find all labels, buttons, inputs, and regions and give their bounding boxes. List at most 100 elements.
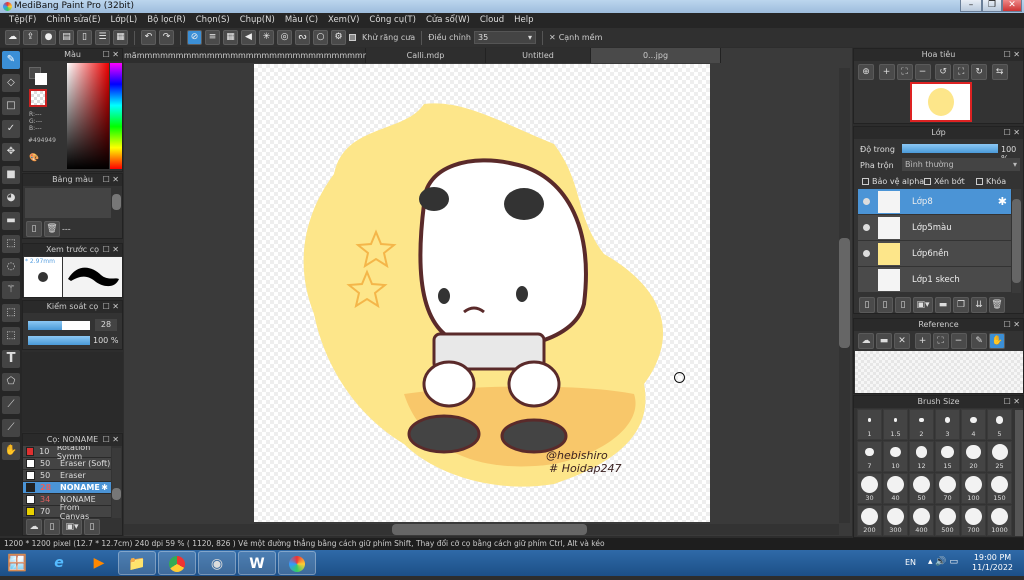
menu-item[interactable]: Màu (C) <box>280 13 323 28</box>
magic-wand-tool-icon[interactable]: ⚚ <box>2 281 20 299</box>
maximize-button[interactable]: ❐ <box>982 0 1002 12</box>
reset-rotation-icon[interactable]: ⛶ <box>953 64 970 80</box>
brush-size-option[interactable]: 25 <box>987 441 1012 472</box>
zoom-in-icon[interactable]: + <box>914 333 931 349</box>
adjust-select[interactable]: 35 ▾ <box>473 31 536 44</box>
brush-size-option[interactable]: 1000 <box>987 505 1012 536</box>
check-tool-icon[interactable]: ✓ <box>2 120 20 138</box>
add-layer-menu-icon[interactable]: ▣▾ <box>913 297 933 313</box>
add-brush-icon[interactable]: ▣▾ <box>62 519 82 535</box>
brush-size-value[interactable]: 28 <box>95 319 117 331</box>
grid-icon[interactable]: ▦ <box>113 30 128 45</box>
menu-item[interactable]: Chỉnh sửa(E) <box>41 13 105 28</box>
delete-layer-icon[interactable]: 🗑 <box>989 297 1005 313</box>
transparent-color-swatch[interactable] <box>29 89 47 107</box>
brush-size-option[interactable]: 70 <box>935 473 960 504</box>
note-icon[interactable]: ▤ <box>59 30 74 45</box>
menu-item[interactable]: Tệp(F) <box>4 13 41 28</box>
merge-layer-icon[interactable]: ⇊ <box>971 297 987 313</box>
menu-item[interactable]: Xem(V) <box>323 13 364 28</box>
scrollbar[interactable] <box>1012 189 1021 293</box>
snap-circle-icon[interactable]: ◎ <box>277 30 292 45</box>
close-icon[interactable]: ☐ ✕ <box>1004 396 1020 408</box>
fit-icon[interactable]: ⛶ <box>896 64 913 80</box>
layer-item[interactable]: Lớp5màu <box>858 215 1011 241</box>
file-explorer-icon[interactable]: 📁 <box>118 551 156 575</box>
select-eraser-tool-icon[interactable]: ⬚ <box>2 327 20 345</box>
folder-icon[interactable]: ▬ <box>935 297 951 313</box>
brush-size-option[interactable]: 500 <box>935 505 960 536</box>
brush-settings-icon[interactable]: ▯ <box>84 519 100 535</box>
brush-size-option[interactable]: 50 <box>909 473 934 504</box>
eraser-tool-icon[interactable]: ◇ <box>2 74 20 92</box>
comment-icon[interactable]: ● <box>41 30 56 45</box>
fit-icon[interactable]: ⛶ <box>932 333 949 349</box>
brush-size-option[interactable]: 40 <box>883 473 908 504</box>
brush-tool-icon[interactable]: ✎ <box>2 51 20 69</box>
close-button[interactable]: ✕ <box>1002 0 1022 12</box>
app-icon[interactable]: ◉ <box>198 551 236 575</box>
brush-size-option[interactable]: 15 <box>935 441 960 472</box>
brush-size-option[interactable]: 150 <box>987 473 1012 504</box>
brush-size-option[interactable]: 20 <box>961 441 986 472</box>
close-icon[interactable]: ☐ ✕ <box>103 244 119 256</box>
layer-opacity-slider[interactable] <box>902 144 998 153</box>
hue-slider[interactable] <box>110 63 122 169</box>
gear-icon[interactable]: ✱ <box>998 195 1007 208</box>
layer-item[interactable]: Lớp8 ✱ <box>858 189 1011 215</box>
snap-radial-icon[interactable]: ✳ <box>259 30 274 45</box>
layer-item[interactable]: Lớp1 skech <box>858 267 1011 293</box>
word-icon[interactable]: W <box>238 551 276 575</box>
soft-edge-checkbox[interactable]: ✕ <box>549 33 556 42</box>
new-palette-icon[interactable]: ▯ <box>26 221 42 237</box>
scrollbar[interactable] <box>112 448 121 518</box>
minimize-button[interactable]: – <box>960 0 982 12</box>
visibility-icon[interactable] <box>863 250 870 257</box>
snap-settings-icon[interactable]: ⚙ <box>331 30 346 45</box>
visibility-icon[interactable] <box>863 198 870 205</box>
brush-list-item[interactable]: 28 NONAME ✱ <box>23 482 111 494</box>
scrollbar[interactable] <box>112 194 121 210</box>
antialias-checkbox[interactable] <box>349 34 356 41</box>
brush-opacity-slider[interactable] <box>28 336 90 345</box>
close-icon[interactable]: ☐ ✕ <box>103 301 119 313</box>
scrollbar[interactable] <box>1015 410 1023 536</box>
brush-size-slider[interactable] <box>28 321 90 330</box>
tray-icons[interactable]: ▴ 🔊 ▭ <box>928 557 958 567</box>
brush-list-item[interactable]: 70 From Canvas <box>23 503 111 521</box>
clock[interactable]: 19:00 PM 11/1/2022 <box>972 553 1013 573</box>
dot-tool-icon[interactable]: □ <box>2 97 20 115</box>
snap-parallel-icon[interactable]: ≡ <box>205 30 220 45</box>
start-button[interactable]: 🪟 <box>2 551 32 575</box>
gradient-tool-icon[interactable]: ▬ <box>2 212 20 230</box>
chrome-icon[interactable] <box>158 551 196 575</box>
close-icon[interactable]: ☐ ✕ <box>103 49 119 61</box>
menu-item[interactable]: Cửa sổ(W) <box>421 13 475 28</box>
new-1bit-layer-icon[interactable]: ▯ <box>895 297 911 313</box>
background-color-swatch[interactable] <box>35 73 47 85</box>
share-icon[interactable]: ⇪ <box>23 30 38 45</box>
brush-size-option[interactable]: 30 <box>857 473 882 504</box>
brush-size-option[interactable]: 200 <box>857 505 882 536</box>
close-icon[interactable]: ☐ ✕ <box>103 174 119 186</box>
gear-icon[interactable]: ✱ <box>101 483 108 492</box>
move-tool-icon[interactable]: ✥ <box>2 143 20 161</box>
delete-palette-icon[interactable]: 🗑 <box>44 221 60 237</box>
clipping-checkbox[interactable] <box>924 178 931 185</box>
close-reference-icon[interactable]: ✕ <box>894 333 910 349</box>
zoom-fit-icon[interactable]: ⊕ <box>858 64 874 80</box>
select-pen-tool-icon[interactable]: ⬚ <box>2 304 20 322</box>
brush-size-option[interactable]: 400 <box>909 505 934 536</box>
close-icon[interactable]: ☐ ✕ <box>103 434 119 446</box>
text-tool-icon[interactable]: T <box>2 350 20 368</box>
hand-tool-icon[interactable]: ✋ <box>2 442 20 460</box>
blend-mode-select[interactable]: Bình thường ▾ <box>902 158 1020 171</box>
menu-item[interactable]: Chụp(N) <box>235 13 280 28</box>
menu-item[interactable]: Chọn(S) <box>191 13 235 28</box>
eyedropper-tool-icon[interactable]: ⟋ <box>2 396 20 414</box>
horizontal-scrollbar[interactable] <box>124 524 839 535</box>
brush-list-item[interactable]: 50 Eraser <box>23 470 111 482</box>
close-icon[interactable]: ☐ ✕ <box>1004 127 1020 139</box>
close-icon[interactable]: ☐ ✕ <box>1004 49 1020 61</box>
snap-grid-icon[interactable]: ▦ <box>223 30 238 45</box>
